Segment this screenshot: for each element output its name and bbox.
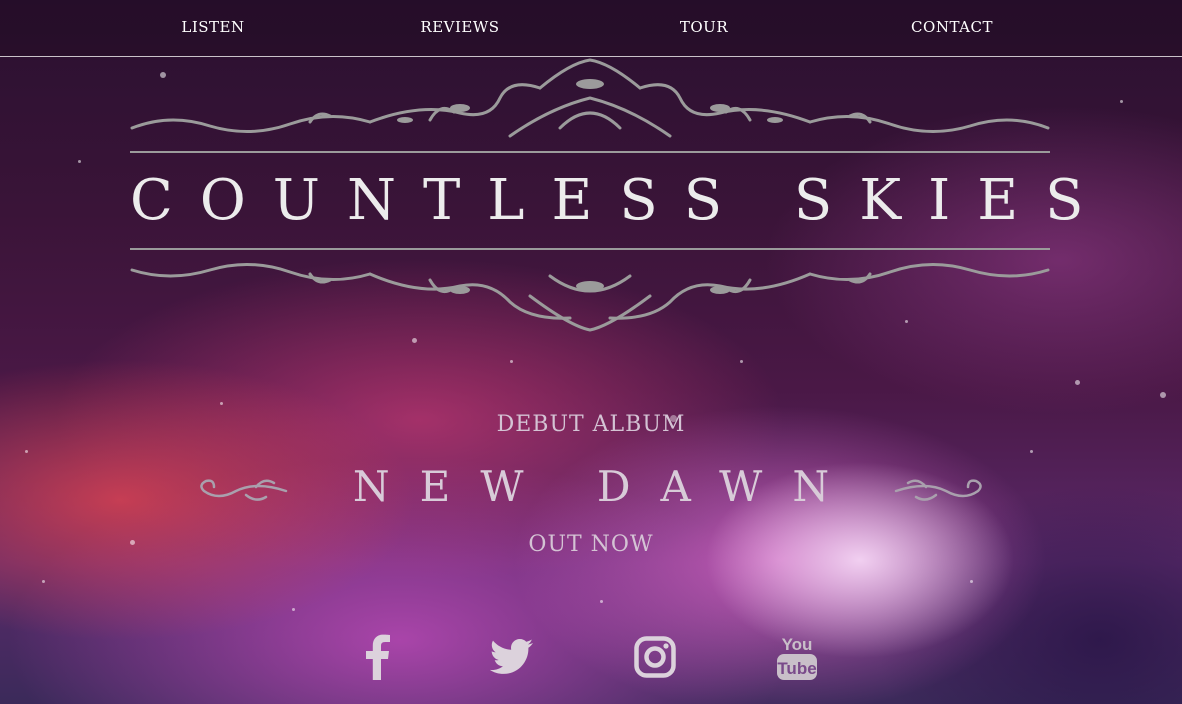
svg-text:You: You <box>782 635 813 654</box>
top-ornament <box>130 58 1050 138</box>
right-swirl-ornament <box>894 479 982 501</box>
svg-text:Tube: Tube <box>777 659 816 678</box>
nav-contact[interactable]: CONTACT <box>911 18 993 36</box>
out-now-label: OUT NOW <box>528 532 654 557</box>
nav-listen[interactable]: LISTEN <box>181 18 244 36</box>
nav-tour[interactable]: TOUR <box>680 18 728 36</box>
band-name-logo: COUNTLESS SKIES <box>130 168 1111 233</box>
debut-album-label: DEBUT ALBUM <box>496 412 686 437</box>
instagram-icon[interactable] <box>634 636 676 683</box>
bottom-ornament <box>130 263 1050 332</box>
facebook-icon[interactable] <box>362 632 392 685</box>
twitter-icon[interactable] <box>489 638 534 681</box>
main-nav: LISTEN REVIEWS TOUR CONTACT <box>0 0 1182 57</box>
album-title: NEW DAWN <box>352 462 860 511</box>
bottom-rule <box>130 248 1050 250</box>
youtube-icon[interactable]: You Tube <box>776 632 818 689</box>
nav-reviews[interactable]: REVIEWS <box>420 18 499 36</box>
top-rule <box>130 151 1050 153</box>
